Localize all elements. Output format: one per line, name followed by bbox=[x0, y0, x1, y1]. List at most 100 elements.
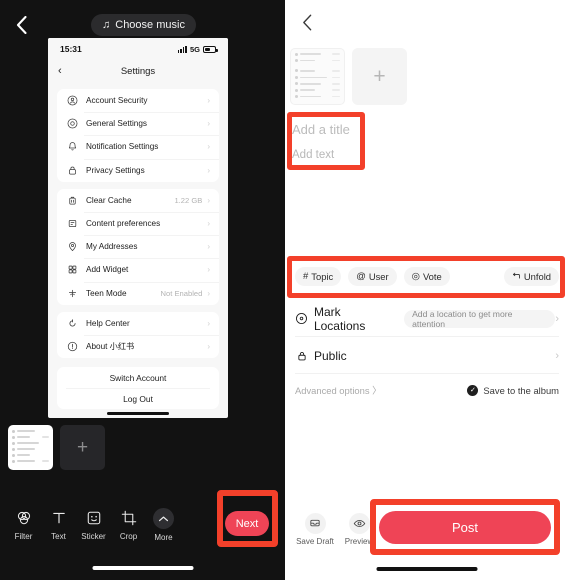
app-screen: ♫ Choose music 15:31 5G ‹ Settings Accou… bbox=[0, 0, 569, 580]
editor-back-button[interactable] bbox=[8, 12, 34, 38]
signal-bars-icon bbox=[177, 45, 187, 53]
settings-row: Privacy Settings › bbox=[57, 158, 219, 182]
sticker-icon bbox=[85, 508, 103, 528]
chevron-right-icon: › bbox=[207, 195, 210, 205]
compose-chips-row: # Topic @ User ◎ Vote Unfold bbox=[295, 267, 559, 286]
choose-music-button[interactable]: ♫ Choose music bbox=[91, 14, 196, 36]
body-text-input[interactable]: Add text bbox=[292, 149, 334, 161]
visibility-label: Public bbox=[314, 348, 347, 363]
chevron-left-icon bbox=[303, 14, 312, 30]
preview-status-bar: 15:31 5G bbox=[48, 38, 228, 60]
log-out-row: Log Out bbox=[57, 388, 219, 409]
image-preview-canvas[interactable]: 15:31 5G ‹ Settings Account Security › G… bbox=[48, 38, 228, 418]
info-circle-icon bbox=[66, 340, 79, 353]
settings-row: Help Center › bbox=[57, 312, 219, 335]
settings-row: Content preferences › bbox=[57, 211, 219, 235]
tool-label: Text bbox=[51, 532, 66, 541]
post-button-label: Post bbox=[451, 520, 478, 535]
tool-text[interactable]: Text bbox=[41, 508, 76, 542]
chip-topic[interactable]: # Topic bbox=[295, 267, 342, 286]
mark-locations-row[interactable]: Mark Locations Add a location to get mor… bbox=[285, 300, 569, 337]
save-to-album-toggle[interactable]: ✓ Save to the album bbox=[467, 384, 559, 396]
chevron-right-icon: › bbox=[207, 265, 210, 275]
title-input[interactable]: Add a title bbox=[292, 122, 350, 137]
filter-icon bbox=[15, 508, 33, 528]
preview-home-indicator bbox=[107, 412, 169, 415]
settings-row-label: Account Security bbox=[86, 96, 148, 106]
tool-label: Filter bbox=[14, 532, 33, 541]
add-image-button[interactable]: + bbox=[60, 425, 105, 470]
visibility-row[interactable]: Public › bbox=[285, 337, 569, 374]
unfold-label: Unfold bbox=[523, 271, 551, 282]
vote-icon: ◎ bbox=[411, 271, 420, 282]
tool-label: Crop bbox=[119, 532, 138, 541]
home-indicator bbox=[376, 567, 478, 571]
content-preferences-icon bbox=[66, 217, 79, 230]
settings-row: My Addresses › bbox=[57, 235, 219, 258]
choose-music-label: Choose music bbox=[115, 19, 185, 31]
chevron-right-icon: › bbox=[207, 119, 210, 129]
tool-label: Sticker bbox=[81, 532, 106, 541]
settings-row-label: About 小红书 bbox=[86, 342, 135, 352]
chip-label: Topic bbox=[311, 271, 334, 282]
settings-group-two: Clear Cache 1.22 GB › Content preference… bbox=[57, 188, 219, 305]
title-placeholder: Add a title bbox=[292, 122, 350, 137]
save-draft-label: Save Draft bbox=[296, 536, 334, 546]
music-note-icon: ♫ bbox=[102, 18, 111, 31]
settings-row: About 小红书 › bbox=[57, 334, 219, 358]
preview-title: Settings bbox=[120, 65, 156, 77]
chevron-right-icon: › bbox=[207, 219, 210, 229]
settings-row: Notification Settings › bbox=[57, 135, 219, 158]
left-editor-panel: ♫ Choose music 15:31 5G ‹ Settings Accou… bbox=[0, 0, 285, 580]
settings-row-label: General Settings bbox=[86, 119, 147, 129]
compose-back-button[interactable] bbox=[296, 11, 318, 33]
advanced-options-link[interactable]: Advanced options 〉 bbox=[295, 383, 382, 397]
chip-vote[interactable]: ◎ Vote bbox=[403, 267, 450, 286]
crop-icon bbox=[120, 508, 138, 528]
save-draft-button[interactable]: Save Draft bbox=[293, 512, 337, 546]
settings-row-label: My Addresses bbox=[86, 242, 138, 252]
editor-thumbnail-strip: + bbox=[8, 425, 105, 470]
plus-icon: + bbox=[76, 436, 89, 458]
settings-row-label: Add Widget bbox=[86, 265, 129, 275]
save-draft-icon bbox=[304, 512, 326, 534]
unfold-icon bbox=[512, 272, 521, 281]
network-label: 5G bbox=[189, 44, 200, 54]
settings-row-label: Privacy Settings bbox=[86, 165, 145, 175]
unfold-button[interactable]: Unfold bbox=[503, 267, 559, 286]
teen-mode-icon bbox=[66, 287, 79, 300]
chevron-right-icon: › bbox=[555, 312, 559, 325]
privacy-lock-icon bbox=[66, 164, 79, 177]
settings-row-label: Clear Cache bbox=[86, 195, 132, 205]
tool-crop[interactable]: Crop bbox=[111, 508, 146, 542]
preview-nav-bar: ‹ Settings bbox=[48, 60, 228, 82]
settings-row-label: Content preferences bbox=[86, 219, 161, 229]
chevron-right-icon: › bbox=[207, 242, 210, 252]
settings-actions-group: Switch Account Log Out bbox=[57, 367, 219, 410]
chip-user[interactable]: @ User bbox=[348, 267, 397, 286]
tool-sticker[interactable]: Sticker bbox=[76, 508, 111, 542]
settings-row-label: Help Center bbox=[86, 318, 130, 328]
widget-grid-icon bbox=[66, 263, 79, 276]
tool-more[interactable]: More bbox=[146, 508, 181, 542]
mark-locations-label: Mark Locations bbox=[313, 304, 366, 333]
chevron-right-icon: › bbox=[207, 165, 210, 175]
post-button[interactable]: Post bbox=[379, 511, 551, 544]
text-icon bbox=[50, 508, 68, 528]
preview-label: Preview bbox=[344, 536, 374, 546]
settings-row: Teen Mode Not Enabled › bbox=[57, 281, 219, 305]
preview-eye-icon bbox=[348, 512, 370, 534]
settings-row-label: Notification Settings bbox=[86, 142, 159, 152]
settings-group-three: Help Center › About 小红书 › bbox=[57, 311, 219, 359]
tool-label: More bbox=[154, 533, 173, 542]
check-circle-icon: ✓ bbox=[467, 384, 479, 396]
settings-row: Account Security › bbox=[57, 89, 219, 112]
next-button[interactable]: Next bbox=[225, 511, 269, 536]
chevron-right-icon: › bbox=[555, 349, 559, 362]
add-image-button[interactable]: + bbox=[352, 48, 407, 105]
settings-row-label: Teen Mode bbox=[86, 288, 127, 298]
save-to-album-label: Save to the album bbox=[483, 384, 559, 396]
thumbnail-item[interactable] bbox=[8, 425, 53, 470]
thumbnail-item[interactable] bbox=[290, 48, 345, 105]
tool-filter[interactable]: Filter bbox=[6, 508, 41, 542]
